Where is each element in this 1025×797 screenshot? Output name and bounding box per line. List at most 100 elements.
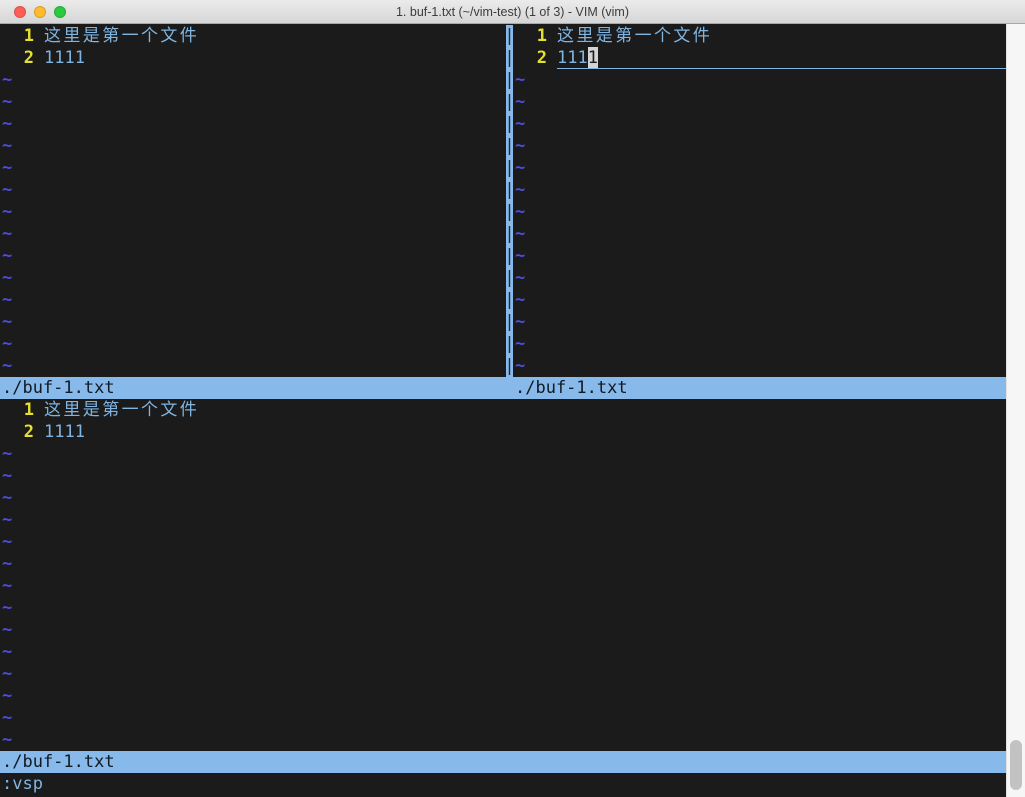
separator-cell: | [506,267,513,289]
minimize-button-icon[interactable] [34,6,46,18]
empty-line-marker: ~ [0,311,506,333]
buffer-line[interactable]: 2 1111 [0,421,1006,443]
close-button-icon[interactable] [14,6,26,18]
buffer-line-text: 这里是第一个文件 [557,26,712,46]
empty-line-marker: ~ [513,157,1006,179]
buffer-line-text: 1111 [44,422,85,442]
line-number: 1 [2,25,34,47]
separator-cell: | [506,25,513,47]
statusline-bottom[interactable]: ./buf-1.txt [0,751,1006,773]
empty-line-marker: ~ [513,69,1006,91]
empty-line-marker: ~ [0,465,1006,487]
vim-command-line[interactable]: :vsp [0,773,1006,795]
line-number: 2 [515,47,547,69]
text-before-cursor: 111 [557,47,588,68]
line-number: 1 [2,399,34,421]
buffer-line-text: 1111 [44,48,85,68]
buffer-line-text: 这里是第一个文件 [44,26,199,46]
separator-cell: | [506,223,513,245]
window-scrollbar-thumb[interactable] [1010,740,1022,790]
vim-split-top-left[interactable]: 1这里是第一个文件 21111 ~~~~~~~~~~~~~~ [0,25,506,377]
buffer-line-text: 这里是第一个文件 [44,400,199,420]
separator-cell: | [506,179,513,201]
cursor-line[interactable]: 2 111 1 [513,47,1006,69]
statusline-filename-left: ./buf-1.txt [0,377,513,399]
zoom-button-icon[interactable] [54,6,66,18]
separator-cell: | [506,201,513,223]
vim-split-top-right-active[interactable]: 1这里是第一个文件 2 111 1 ~~~~~~~~~~~~~~ [513,25,1006,377]
window-title: 1. buf-1.txt (~/vim-test) (1 of 3) - VIM… [396,5,629,19]
buffer-line[interactable]: 1 这里是第一个文件 [513,25,1006,47]
empty-line-marker: ~ [0,553,1006,575]
vim-split-bottom[interactable]: 1这里是第一个文件 21111 ~~~~~~~~~~~~~~ [0,399,1006,751]
buffer-line[interactable]: 1 这里是第一个文件 [0,399,1006,421]
empty-line-marker: ~ [513,223,1006,245]
empty-line-marker: ~ [513,289,1006,311]
empty-line-marker: ~ [0,487,1006,509]
empty-line-marker: ~ [513,201,1006,223]
cursor-line-filler [598,47,1006,68]
macos-titlebar[interactable]: 1. buf-1.txt (~/vim-test) (1 of 3) - VIM… [0,0,1025,24]
empty-line-marker: ~ [0,707,1006,729]
line-number: 1 [515,25,547,47]
empty-line-marker: ~ [0,663,1006,685]
empty-line-marker: ~ [0,619,1006,641]
separator-cell: | [506,47,513,69]
statusline-filename: ./buf-1.txt [0,751,115,773]
separator-cell: | [506,289,513,311]
empty-line-marker: ~ [513,355,1006,377]
separator-cell: | [506,157,513,179]
vim-app-window: 1. buf-1.txt (~/vim-test) (1 of 3) - VIM… [0,0,1025,797]
empty-line-marker: ~ [0,289,506,311]
cursor-line-underline: 111 1 [557,47,1006,69]
separator-cell: | [506,69,513,91]
separator-cell: | [506,311,513,333]
empty-line-marker: ~ [513,91,1006,113]
traffic-lights [14,6,66,18]
empty-line-marker: ~ [0,245,506,267]
statusline-filename-right: ./buf-1.txt [513,377,628,399]
vertical-split-separator[interactable]: |||||||||||||||| [506,25,513,377]
empty-line-markers: ~~~~~~~~~~~~~~ [0,69,506,377]
empty-line-marker: ~ [0,641,1006,663]
empty-line-marker: ~ [513,179,1006,201]
empty-line-marker: ~ [513,113,1006,135]
empty-line-marker: ~ [0,135,506,157]
empty-line-marker: ~ [0,333,506,355]
empty-line-marker: ~ [513,267,1006,289]
separator-cell: | [506,333,513,355]
empty-line-marker: ~ [0,729,1006,751]
text-cursor: 1 [588,47,598,68]
empty-line-marker: ~ [0,531,1006,553]
line-number: 2 [2,421,34,443]
empty-line-marker: ~ [0,157,506,179]
buffer-line[interactable]: 2 1111 [0,47,506,69]
empty-line-marker: ~ [0,179,506,201]
separator-cell: | [506,113,513,135]
empty-line-marker: ~ [0,509,1006,531]
line-number: 2 [2,47,34,69]
empty-line-marker: ~ [0,113,506,135]
empty-line-marker: ~ [0,685,1006,707]
empty-line-marker: ~ [513,245,1006,267]
empty-line-marker: ~ [0,575,1006,597]
buffer-line[interactable]: 1 这里是第一个文件 [0,25,506,47]
separator-cell: | [506,245,513,267]
empty-line-marker: ~ [0,597,1006,619]
vim-terminal-area: 1这里是第一个文件 21111 ~~~~~~~~~~~~~~ |||||||||… [0,24,1006,797]
empty-line-marker: ~ [0,267,506,289]
empty-line-markers: ~~~~~~~~~~~~~~ [0,443,1006,751]
separator-cell: | [506,355,513,377]
empty-line-marker: ~ [0,223,506,245]
empty-line-marker: ~ [513,311,1006,333]
window-scrollbar-track[interactable] [1006,24,1025,797]
separator-cell: | [506,135,513,157]
empty-line-marker: ~ [0,91,506,113]
statusline-top[interactable]: ./buf-1.txt ./buf-1.txt [0,377,1006,399]
empty-line-markers: ~~~~~~~~~~~~~~ [513,69,1006,377]
empty-line-marker: ~ [0,69,506,91]
separator-cell: | [506,91,513,113]
empty-line-marker: ~ [0,443,1006,465]
empty-line-marker: ~ [0,201,506,223]
empty-line-marker: ~ [0,355,506,377]
